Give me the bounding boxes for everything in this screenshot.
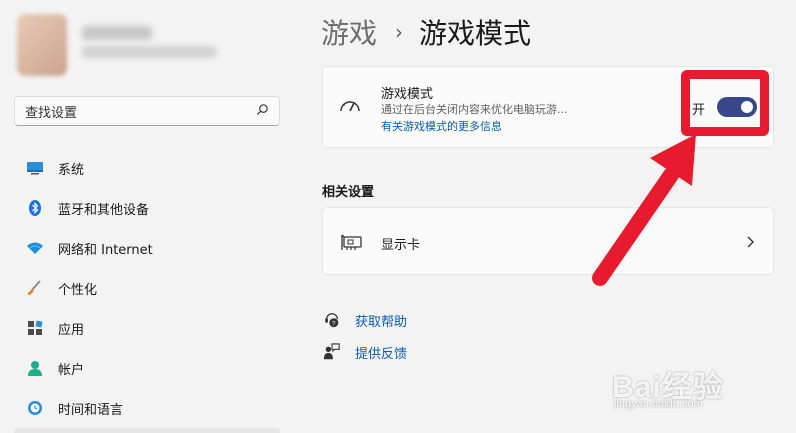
feedback-icon: [322, 342, 342, 362]
account-name-blurred: [82, 26, 152, 40]
sidebar-item-personalization[interactable]: 个性化: [14, 268, 300, 308]
sidebar-item-label: 应用: [58, 322, 85, 338]
wifi-icon: [26, 239, 44, 257]
sidebar-item-bluetooth[interactable]: 蓝牙和其他设备: [14, 188, 300, 228]
sidebar-item-label: 时间和语言: [58, 402, 124, 418]
graphics-card-icon: [341, 234, 362, 250]
game-mode-title: 游戏模式: [381, 87, 434, 102]
feedback-label: 提供反馈: [355, 346, 408, 362]
chevron-right-icon: [747, 236, 754, 248]
graphics-card-label: 显示卡: [381, 238, 421, 253]
sidebar-item-network[interactable]: 网络和 Internet: [14, 228, 300, 268]
apps-icon: [26, 319, 44, 337]
toggle-state-label: 开: [692, 103, 706, 118]
search-input[interactable]: 查找设置: [14, 96, 280, 126]
help-chat-icon: ?: [322, 310, 342, 330]
game-mode-toggle[interactable]: [717, 97, 757, 117]
avatar[interactable]: [17, 14, 67, 76]
sidebar: 查找设置 系统 蓝牙和其他设备 网络和 Internet 个性化 应用 帐户 时…: [0, 0, 300, 433]
page-title: 游戏模式: [419, 17, 532, 50]
breadcrumb-separator: ›: [395, 20, 404, 44]
system-icon: [26, 159, 44, 177]
gauge-icon: [340, 101, 360, 112]
related-settings-heading: 相关设置: [322, 185, 375, 200]
baidu-watermark: Bai经验 jingyan.baidu.com: [612, 362, 792, 418]
sidebar-item-partial[interactable]: [14, 428, 280, 433]
watermark-logo-text: Bai经验: [612, 371, 724, 404]
svg-text:?: ?: [332, 320, 336, 327]
search-icon[interactable]: [256, 103, 269, 120]
game-mode-learn-more-link[interactable]: 有关游戏模式的更多信息: [381, 118, 502, 134]
sidebar-item-apps[interactable]: 应用: [14, 308, 300, 348]
sidebar-item-system[interactable]: 系统: [14, 148, 300, 188]
game-mode-description: 通过在后台关闭内容来优化电脑玩游...: [381, 103, 568, 116]
watermark-url: jingyan.baidu.com: [614, 398, 703, 410]
graphics-card-row[interactable]: 显示卡: [322, 207, 774, 275]
account-email-blurred: [82, 46, 217, 58]
account-icon: [26, 359, 44, 377]
sidebar-item-label: 个性化: [58, 282, 98, 298]
sidebar-item-time-language[interactable]: 时间和语言: [14, 388, 300, 428]
breadcrumb-parent[interactable]: 游戏: [321, 12, 377, 52]
clock-globe-icon: [26, 399, 44, 417]
brush-icon: [26, 279, 44, 297]
sidebar-item-label: 网络和 Internet: [58, 242, 153, 258]
sidebar-item-label: 帐户: [58, 362, 85, 378]
game-mode-card: 游戏模式 通过在后台关闭内容来优化电脑玩游... 有关游戏模式的更多信息 开: [322, 66, 774, 148]
search-placeholder: 查找设置: [25, 105, 78, 121]
toggle-knob: [741, 101, 753, 113]
get-help-label: 获取帮助: [355, 314, 408, 330]
breadcrumb: 游戏 › 游戏模式: [321, 12, 531, 52]
bluetooth-icon: [26, 199, 44, 217]
feedback-link[interactable]: 提供反馈: [322, 342, 407, 362]
sidebar-item-accounts[interactable]: 帐户: [14, 348, 300, 388]
sidebar-item-label: 蓝牙和其他设备: [58, 202, 150, 218]
get-help-link[interactable]: ? 获取帮助: [322, 310, 407, 330]
sidebar-item-label: 系统: [58, 162, 85, 178]
sidebar-nav: 系统 蓝牙和其他设备 网络和 Internet 个性化 应用 帐户 时间和语言: [14, 148, 300, 428]
